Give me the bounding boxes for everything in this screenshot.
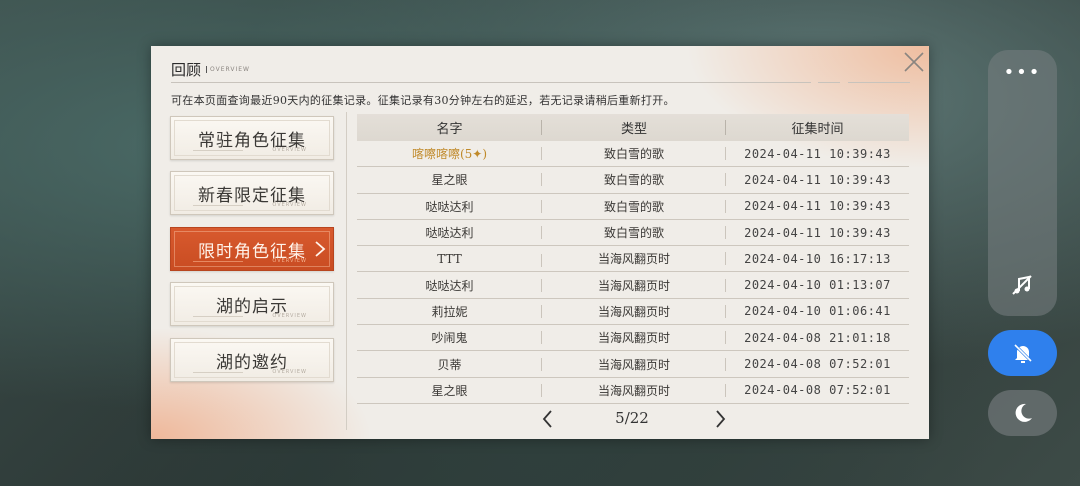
cell-time: 2024-04-10 01:13:07 <box>744 278 891 293</box>
cell-time: 2024-04-08 07:52:01 <box>744 383 891 398</box>
category-label: 限时角色征集 <box>198 242 306 262</box>
table-header: 名字 类型 征集时间 <box>357 114 909 141</box>
header-name: 名字 <box>357 118 542 137</box>
table-body: 喀嚓喀嚓(5✦) 致白雪的歌 2024-04-11 10:39:43 星之眼 致白雪的歌… <box>357 141 909 404</box>
dialog-title-sub: OVERVIEW <box>206 66 250 73</box>
more-icon[interactable]: ••• <box>988 62 1057 83</box>
cell-type: 致白雪的歌 <box>542 224 726 241</box>
cell-type: 致白雪的歌 <box>542 171 726 188</box>
cell-name: 莉拉妮 <box>357 303 542 320</box>
title-divider <box>171 82 811 83</box>
music-off-icon[interactable] <box>1010 273 1034 297</box>
table-row: 哒哒达利 致白雪的歌 2024-04-11 10:39:43 <box>357 194 909 220</box>
floating-side-panel: ••• <box>988 50 1057 316</box>
title-divider-segment <box>818 82 840 83</box>
close-icon[interactable] <box>902 50 926 74</box>
table-row: 星之眼 致白雪的歌 2024-04-11 10:39:43 <box>357 167 909 194</box>
category-label: 新春限定征集 <box>198 186 306 206</box>
category-lake-invitation-button[interactable]: 湖的邀约 OVERVIEW <box>170 338 334 382</box>
vertical-divider <box>346 112 347 430</box>
bell-off-icon <box>1013 343 1033 363</box>
header-time: 征集时间 <box>791 122 844 137</box>
cell-name: 星之眼 <box>357 171 542 188</box>
dialog-title: 回顾 <box>171 61 202 79</box>
chevron-right-icon <box>315 241 326 257</box>
decor-line <box>193 150 243 151</box>
page-indicator: 5/22 <box>615 409 649 427</box>
cell-type: 当海风翻页时 <box>542 329 726 346</box>
category-limited-button[interactable]: 限时角色征集 OVERVIEW <box>170 227 334 271</box>
cell-type: 当海风翻页时 <box>542 250 726 267</box>
cell-time: 2024-04-11 10:39:43 <box>744 146 891 161</box>
table-row: 哒哒达利 致白雪的歌 2024-04-11 10:39:43 <box>357 220 909 247</box>
decor-line <box>193 261 243 262</box>
decor-line <box>193 205 243 206</box>
table-row: 吵闹鬼 当海风翻页时 2024-04-08 21:01:18 <box>357 325 909 352</box>
pager: 5/22 <box>357 404 909 434</box>
table-row: 莉拉妮 当海风翻页时 2024-04-10 01:06:41 <box>357 299 909 326</box>
decor-line <box>193 372 243 373</box>
cell-name: 贝蒂 <box>357 356 542 373</box>
category-deco-text: OVERVIEW <box>272 369 307 375</box>
notice-text: 可在本页面查询最近90天内的征集记录。征集记录有30分钟左右的延迟，若无记录请稍… <box>171 94 675 107</box>
cell-name: 星之眼 <box>357 382 542 399</box>
moon-icon <box>1015 403 1032 422</box>
cell-time: 2024-04-08 07:52:01 <box>744 357 891 372</box>
cell-name: 喀嚓喀嚓(5✦) <box>357 145 542 162</box>
cell-time: 2024-04-10 16:17:13 <box>744 251 891 266</box>
cell-type: 致白雪的歌 <box>542 145 726 162</box>
cell-time: 2024-04-10 01:06:41 <box>744 304 891 319</box>
cell-name: 哒哒达利 <box>357 224 542 241</box>
cell-name: 哒哒达利 <box>357 277 542 294</box>
category-label: 常驻角色征集 <box>198 131 306 151</box>
category-standard-button[interactable]: 常驻角色征集 OVERVIEW <box>170 116 334 160</box>
cell-name: TTT <box>357 252 542 267</box>
category-label: 湖的启示 <box>216 297 288 317</box>
cell-type: 当海风翻页时 <box>542 382 726 399</box>
category-newyear-button[interactable]: 新春限定征集 OVERVIEW <box>170 171 334 215</box>
category-deco-text: OVERVIEW <box>272 313 307 319</box>
night-mode-button[interactable] <box>988 390 1057 436</box>
cell-name: 哒哒达利 <box>357 198 542 215</box>
cell-type: 致白雪的歌 <box>542 198 726 215</box>
review-dialog: 回顾 OVERVIEW 可在本页面查询最近90天内的征集记录。征集记录有30分钟… <box>151 46 929 439</box>
header-type: 类型 <box>542 118 726 137</box>
table-row: 贝蒂 当海风翻页时 2024-04-08 07:52:01 <box>357 351 909 378</box>
cell-type: 当海风翻页时 <box>542 356 726 373</box>
table-row: TTT 当海风翻页时 2024-04-10 16:17:13 <box>357 246 909 273</box>
category-deco-text: OVERVIEW <box>272 147 307 153</box>
category-deco-text: OVERVIEW <box>272 202 307 208</box>
cell-name: 吵闹鬼 <box>357 329 542 346</box>
cell-time: 2024-04-08 21:01:18 <box>744 330 891 345</box>
cell-type: 当海风翻页时 <box>542 303 726 320</box>
decor-line <box>193 316 243 317</box>
pager-divider <box>346 414 347 428</box>
records-table: 名字 类型 征集时间 喀嚓喀嚓(5✦) 致白雪的歌 2024-04-11 10:39… <box>357 114 909 404</box>
category-deco-text: OVERVIEW <box>272 258 307 264</box>
table-row: 哒哒达利 当海风翻页时 2024-04-10 01:13:07 <box>357 272 909 299</box>
cell-time: 2024-04-11 10:39:43 <box>744 225 891 240</box>
chevron-left-icon[interactable] <box>537 408 559 430</box>
cell-type: 当海风翻页时 <box>542 277 726 294</box>
chevron-right-icon[interactable] <box>709 408 731 430</box>
category-label: 湖的邀约 <box>216 353 288 373</box>
title-divider-segment <box>848 82 910 83</box>
cell-time: 2024-04-11 10:39:43 <box>744 172 891 187</box>
cell-time: 2024-04-11 10:39:43 <box>744 199 891 214</box>
table-row: 星之眼 当海风翻页时 2024-04-08 07:52:01 <box>357 378 909 404</box>
category-lake-revelation-button[interactable]: 湖的启示 OVERVIEW <box>170 282 334 326</box>
mute-toggle-button[interactable] <box>988 330 1057 376</box>
table-row: 喀嚓喀嚓(5✦) 致白雪的歌 2024-04-11 10:39:43 <box>357 141 909 168</box>
